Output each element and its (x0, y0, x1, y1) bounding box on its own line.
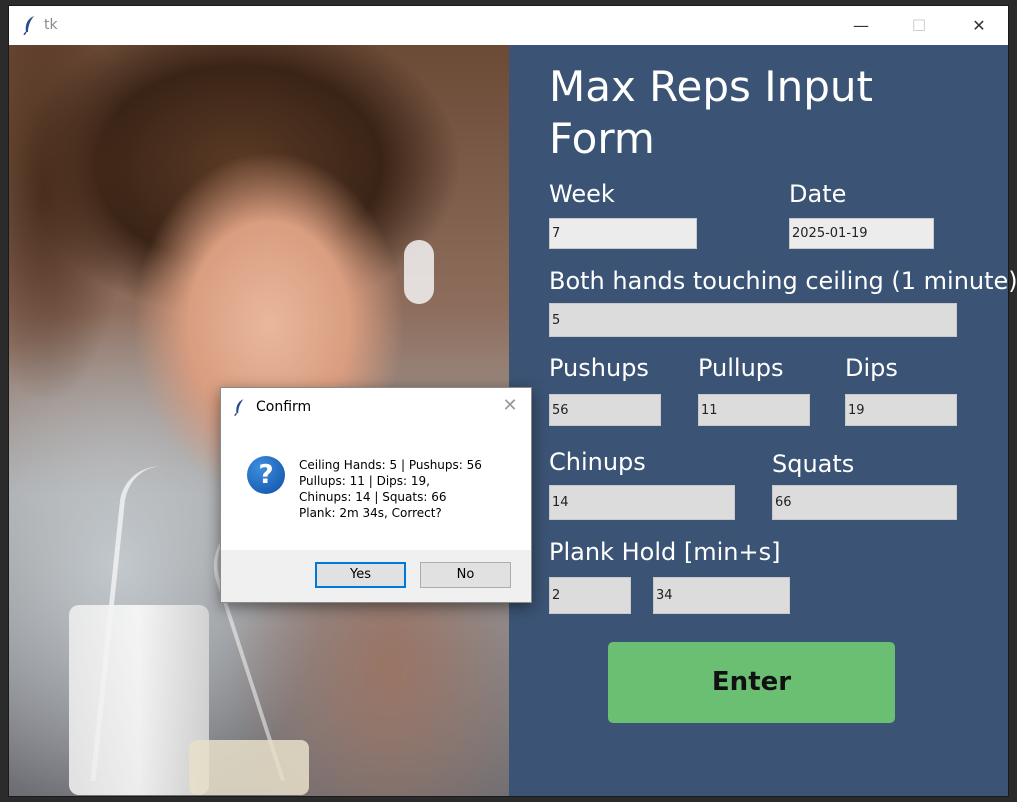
pullups-label: Pullups (698, 354, 784, 382)
dips-input[interactable] (845, 394, 957, 426)
confirm-dialog: Confirm ✕ ? Ceiling Hands: 5 | Pushups: … (220, 387, 532, 603)
squats-label: Squats (772, 450, 855, 478)
date-label: Date (789, 180, 847, 208)
week-label: Week (549, 180, 615, 208)
date-input[interactable] (789, 218, 934, 249)
chinups-input[interactable] (549, 485, 735, 520)
dialog-message-line: Chinups: 14 | Squats: 66 (299, 490, 447, 504)
dialog-message-line: Pullups: 11 | Dips: 19, (299, 474, 430, 488)
no-button[interactable]: No (420, 562, 511, 588)
squats-input[interactable] (772, 485, 957, 520)
question-icon: ? (247, 456, 285, 494)
dialog-message-line: Plank: 2m 34s, Correct? (299, 506, 442, 520)
dips-label: Dips (845, 354, 898, 382)
chinups-label: Chinups (549, 448, 646, 476)
pushups-input[interactable] (549, 394, 661, 426)
dialog-title: Confirm (256, 399, 312, 415)
yes-button[interactable]: Yes (315, 562, 406, 588)
photo-earbud (404, 240, 434, 304)
dialog-message: Ceiling Hands: 5 | Pushups: 56 Pullups: … (299, 457, 524, 521)
pullups-input[interactable] (698, 394, 810, 426)
dialog-message-line: Ceiling Hands: 5 | Pushups: 56 (299, 458, 482, 472)
minimize-button[interactable]: — (832, 6, 890, 45)
input-form-panel: Max Reps Input Form Week Date Both hands… (509, 45, 1017, 796)
photo-bottle (69, 605, 209, 795)
form-title: Max Reps Input Form (549, 62, 873, 163)
feather-icon (23, 16, 34, 35)
plank-seconds-input[interactable] (653, 577, 790, 614)
enter-button[interactable]: Enter (608, 642, 895, 723)
photo-bottle-cap (189, 740, 309, 795)
photo-hair (9, 45, 129, 405)
plank-label: Plank Hold [min+s] (549, 538, 781, 566)
feather-icon (234, 399, 244, 417)
ceiling-input[interactable] (549, 303, 957, 337)
maximize-button[interactable]: ☐ (890, 6, 948, 45)
dialog-close-button[interactable]: ✕ (500, 396, 520, 416)
plank-minutes-input[interactable] (549, 577, 631, 614)
week-input[interactable] (549, 218, 697, 249)
title-bar[interactable]: tk — ☐ ✕ (9, 6, 1008, 45)
close-button[interactable]: ✕ (950, 6, 1008, 45)
ceiling-label: Both hands touching ceiling (1 minute). (549, 267, 1017, 295)
pushups-label: Pushups (549, 354, 649, 382)
dialog-footer: Yes No (221, 550, 531, 602)
window-title: tk (44, 17, 58, 33)
